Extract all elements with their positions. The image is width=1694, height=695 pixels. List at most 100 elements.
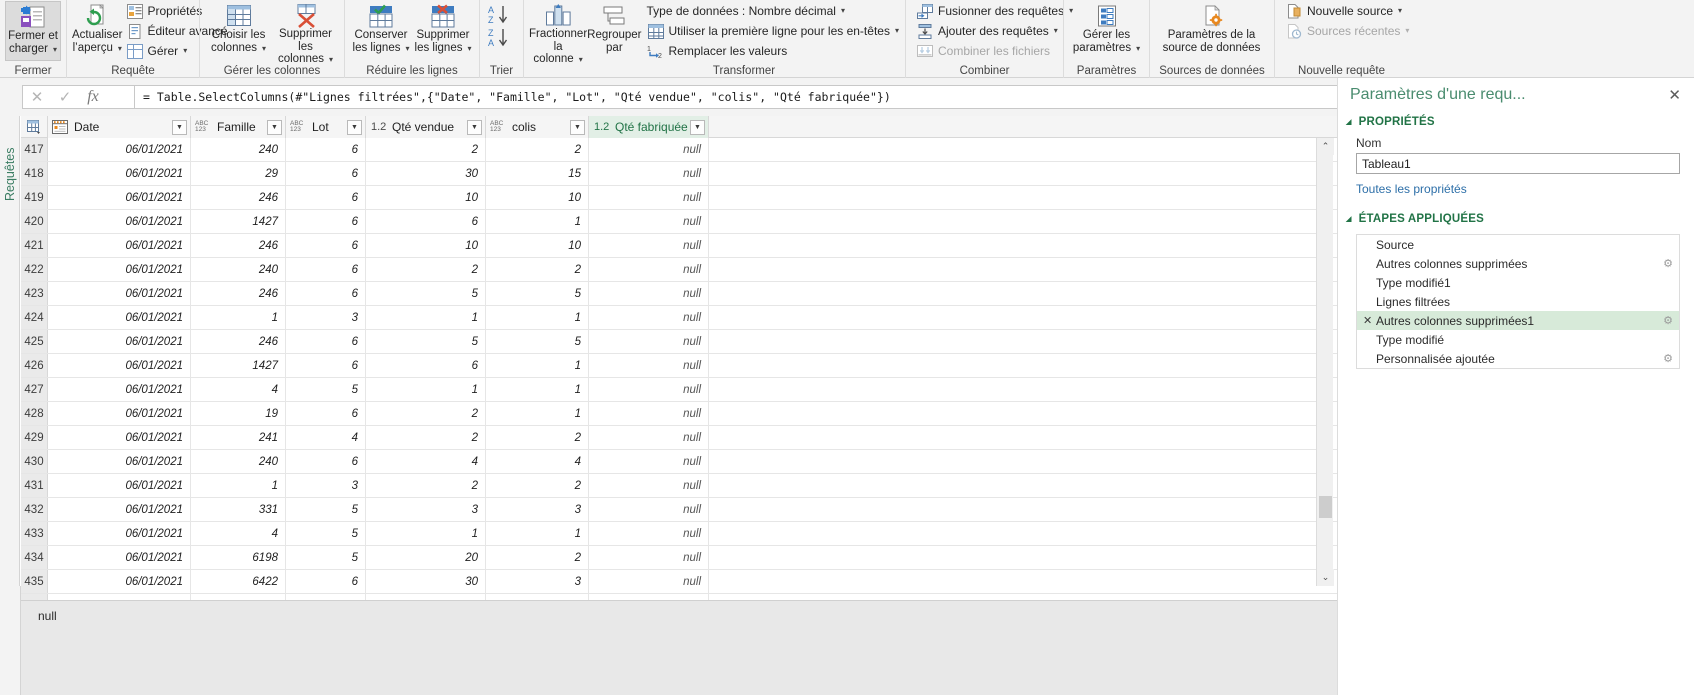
table-cell[interactable]: 6 — [286, 570, 366, 594]
table-cell[interactable]: 1 — [486, 306, 589, 330]
column-header-qté-vendue[interactable]: 1.2 Qté vendue ▼ — [366, 116, 486, 138]
table-cell[interactable]: null — [589, 306, 709, 330]
table-cell[interactable]: 4 — [191, 522, 286, 546]
table-cell[interactable]: null — [589, 258, 709, 282]
table-cell[interactable]: 10 — [486, 234, 589, 258]
row-number[interactable]: 422 — [21, 258, 48, 281]
table-row[interactable]: 433 06/01/2021 4 5 1 1 null — [21, 522, 1337, 546]
table-cell[interactable]: null — [589, 450, 709, 474]
table-cell[interactable]: 5 — [286, 522, 366, 546]
table-cell[interactable]: null — [589, 474, 709, 498]
table-cell[interactable]: 2 — [486, 426, 589, 450]
table-cell[interactable]: 10 — [486, 186, 589, 210]
column-filter-dropdown-button[interactable]: ▼ — [172, 119, 187, 135]
column-filter-dropdown-button[interactable]: ▼ — [267, 119, 282, 135]
table-cell[interactable]: 06/01/2021 — [48, 450, 191, 474]
new-source-button[interactable]: Nouvelle source ▾ — [1284, 1, 1413, 21]
table-cell[interactable]: 06/01/2021 — [48, 186, 191, 210]
table-cell[interactable]: 15 — [486, 162, 589, 186]
table-row[interactable]: 427 06/01/2021 4 5 1 1 null — [21, 378, 1337, 402]
table-cell[interactable]: 4 — [366, 450, 486, 474]
table-cell[interactable]: 5 — [286, 498, 366, 522]
table-cell[interactable]: 1 — [486, 402, 589, 426]
table-cell[interactable]: null — [589, 522, 709, 546]
table-cell[interactable]: 06/01/2021 — [48, 234, 191, 258]
table-cell[interactable]: 6 — [286, 330, 366, 354]
table-cell[interactable]: 246 — [191, 282, 286, 306]
row-number[interactable]: 431 — [21, 474, 48, 497]
table-cell[interactable]: null — [589, 426, 709, 450]
table-cell[interactable]: 246 — [191, 234, 286, 258]
row-number[interactable]: 423 — [21, 282, 48, 305]
row-number[interactable]: 417 — [21, 138, 48, 161]
properties-section-header[interactable]: ◢ PROPRIÉTÉS — [1338, 112, 1694, 132]
table-cell[interactable]: 06/01/2021 — [48, 402, 191, 426]
table-cell[interactable]: 6 — [286, 354, 366, 378]
row-number[interactable]: 425 — [21, 330, 48, 353]
table-cell[interactable]: 2 — [366, 474, 486, 498]
applied-step-item[interactable]: Autres colonnes supprimées ⚙ — [1357, 254, 1679, 273]
table-cell[interactable]: 6 — [286, 450, 366, 474]
table-cell[interactable]: 1 — [366, 306, 486, 330]
table-cell[interactable]: null — [589, 378, 709, 402]
append-queries-button[interactable]: Ajouter des requêtes ▾ — [915, 21, 1077, 41]
table-cell[interactable]: 06/01/2021 — [48, 330, 191, 354]
applied-step-item[interactable]: Personnalisée ajoutée ⚙ — [1357, 349, 1679, 368]
table-cell[interactable]: 241 — [191, 426, 286, 450]
table-cell[interactable]: 2 — [366, 258, 486, 282]
table-cell[interactable]: 2 — [366, 426, 486, 450]
table-cell[interactable]: null — [589, 570, 709, 594]
table-cell[interactable]: 06/01/2021 — [48, 162, 191, 186]
refresh-preview-button[interactable]: Actualiser l’aperçu ▾ — [72, 1, 123, 61]
table-cell[interactable]: null — [589, 138, 709, 162]
column-header-famille[interactable]: ABC 123 Famille ▼ — [191, 116, 286, 138]
remove-rows-button[interactable]: Supprimer les lignes ▾ — [412, 1, 474, 61]
table-cell[interactable]: null — [589, 354, 709, 378]
merge-queries-button[interactable]: Fusionner des requêtes ▾ — [915, 1, 1077, 21]
table-cell[interactable]: 1 — [366, 522, 486, 546]
data-source-settings-button[interactable]: Paramètres de la source de données — [1155, 1, 1268, 61]
table-cell[interactable]: 246 — [191, 186, 286, 210]
table-cell[interactable]: 2 — [486, 138, 589, 162]
table-row[interactable]: 428 06/01/2021 19 6 2 1 null — [21, 402, 1337, 426]
table-cell[interactable]: 1427 — [191, 354, 286, 378]
column-header-qté-fabriquée[interactable]: 1.2 Qté fabriquée ▼ — [589, 116, 709, 138]
table-cell[interactable]: 2 — [486, 258, 589, 282]
table-cell[interactable]: 06/01/2021 — [48, 522, 191, 546]
all-properties-link[interactable]: Toutes les propriétés — [1338, 174, 1694, 196]
sort-ascending-button[interactable]: A Z — [487, 3, 520, 26]
table-row[interactable]: 423 06/01/2021 246 6 5 5 null — [21, 282, 1337, 306]
table-cell[interactable]: 240 — [191, 138, 286, 162]
row-number[interactable]: 434 — [21, 546, 48, 569]
applied-step-item[interactable]: ✕ Autres colonnes supprimées1 ⚙ — [1357, 311, 1679, 330]
row-number[interactable]: 435 — [21, 570, 48, 593]
row-number[interactable]: 421 — [21, 234, 48, 257]
keep-rows-button[interactable]: Conserver les lignes ▾ — [350, 1, 412, 61]
table-cell[interactable]: 4 — [486, 450, 589, 474]
table-cell[interactable]: 4 — [286, 426, 366, 450]
table-cell[interactable]: 1427 — [191, 210, 286, 234]
applied-step-item[interactable]: Type modifié1 — [1357, 273, 1679, 292]
table-cell[interactable]: 331 — [191, 498, 286, 522]
column-filter-dropdown-button[interactable]: ▼ — [690, 119, 705, 135]
table-cell[interactable]: 20 — [366, 546, 486, 570]
manage-parameters-button[interactable]: Gérer les paramètres ▾ — [1069, 1, 1144, 61]
column-filter-dropdown-button[interactable]: ▼ — [467, 119, 482, 135]
table-row[interactable]: 419 06/01/2021 246 6 10 10 null — [21, 186, 1337, 210]
table-cell[interactable]: 1 — [486, 522, 589, 546]
row-number[interactable]: 430 — [21, 450, 48, 473]
row-number[interactable]: 420 — [21, 210, 48, 233]
row-number[interactable]: 419 — [21, 186, 48, 209]
table-cell[interactable]: 6 — [286, 234, 366, 258]
table-cell[interactable]: null — [589, 402, 709, 426]
table-row[interactable]: 420 06/01/2021 1427 6 6 1 null — [21, 210, 1337, 234]
table-cell[interactable]: 1 — [191, 474, 286, 498]
table-cell[interactable]: null — [589, 330, 709, 354]
row-number[interactable]: 418 — [21, 162, 48, 185]
table-cell[interactable]: null — [589, 234, 709, 258]
table-cell[interactable]: 6422 — [191, 570, 286, 594]
table-cell[interactable]: 06/01/2021 — [48, 354, 191, 378]
table-row[interactable]: 417 06/01/2021 240 6 2 2 null — [21, 138, 1337, 162]
insert-function-icon[interactable]: fx — [79, 88, 107, 106]
sort-descending-button[interactable]: Z A — [487, 26, 520, 49]
